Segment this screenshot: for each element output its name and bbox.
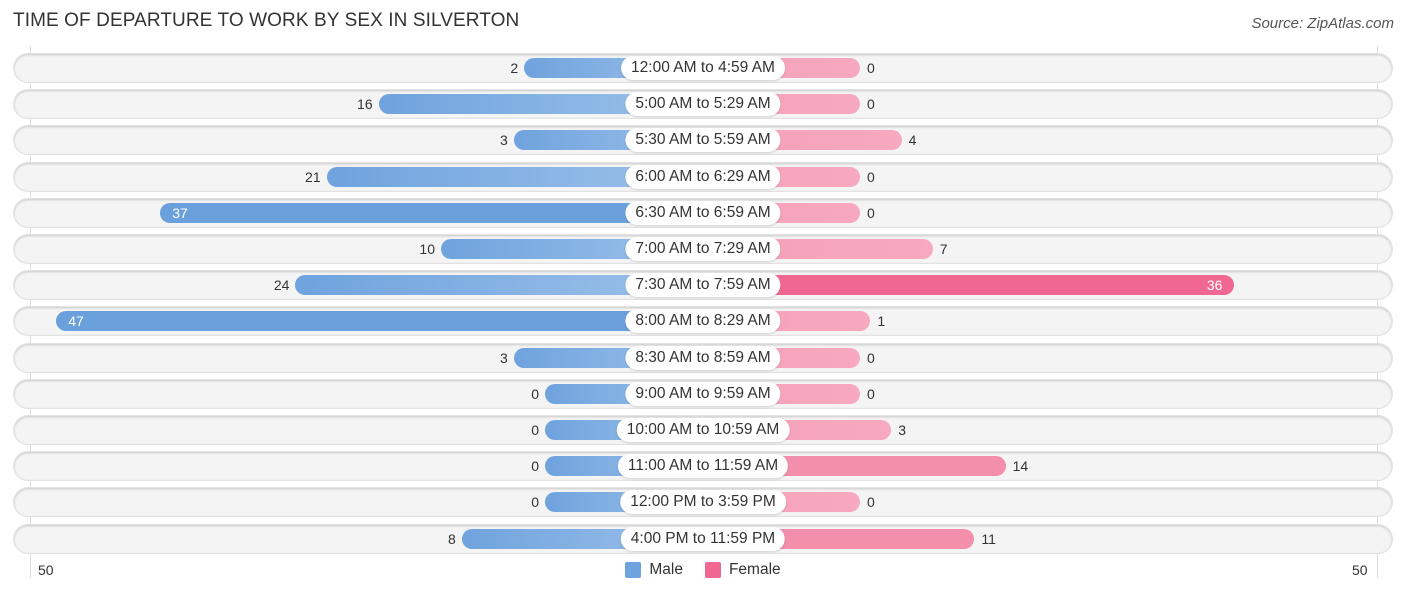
category-label: 4:00 PM to 11:59 PM <box>620 526 786 551</box>
value-label-male: 0 <box>531 422 539 438</box>
value-label-female: 0 <box>867 204 875 221</box>
value-label-male: 47 <box>68 313 84 330</box>
value-label-female: 0 <box>867 385 875 402</box>
bar-male[interactable] <box>160 202 703 223</box>
value-label-female: 7 <box>939 241 948 257</box>
category-label: 6:30 AM to 6:59 AM <box>625 200 781 225</box>
value-label-male: 0 <box>531 458 539 475</box>
category-label: 7:00 AM to 7:29 AM <box>625 237 781 261</box>
value-label-male: 0 <box>531 494 539 511</box>
value-label-female: 0 <box>867 96 875 113</box>
value-label-female: 0 <box>867 349 875 366</box>
value-label-male: 37 <box>172 204 188 221</box>
legend-swatch-female <box>704 562 721 578</box>
value-label-male: 10 <box>419 241 435 257</box>
category-label: 5:00 AM to 5:29 AM <box>625 92 781 117</box>
legend-swatch-male <box>625 562 642 578</box>
legend-label-male: Male <box>649 561 683 578</box>
category-label: 11:00 AM to 11:59 AM <box>617 454 789 479</box>
category-label: 7:30 AM to 7:59 AM <box>625 273 781 298</box>
legend-item-male[interactable]: Male <box>625 561 683 579</box>
category-label: 8:00 AM to 8:29 AM <box>625 309 781 334</box>
value-label-female: 14 <box>1012 458 1029 475</box>
value-label-male: 8 <box>448 530 456 547</box>
value-label-female: 1 <box>877 313 886 330</box>
category-label: 8:30 AM to 8:59 AM <box>625 345 781 370</box>
value-label-male: 16 <box>357 96 373 113</box>
value-label-female: 0 <box>867 60 875 76</box>
chart-title: TIME OF DEPARTURE TO WORK BY SEX IN SILV… <box>13 10 520 31</box>
value-label-male: 24 <box>273 277 290 294</box>
category-label: 6:00 AM to 6:29 AM <box>625 164 781 189</box>
value-label-female: 0 <box>867 168 875 185</box>
value-label-female: 3 <box>898 422 906 438</box>
bar-female[interactable] <box>703 275 1235 296</box>
value-label-female: 0 <box>867 494 875 511</box>
category-label: 12:00 PM to 3:59 PM <box>620 490 786 515</box>
category-label: 10:00 AM to 10:59 AM <box>616 418 790 442</box>
value-label-female: 11 <box>981 530 996 547</box>
source-label: Source: ZipAtlas.com <box>1251 15 1394 32</box>
value-label-male: 0 <box>531 385 539 402</box>
value-label-female: 4 <box>908 132 917 149</box>
legend: Male Female <box>0 561 1406 579</box>
value-label-male: 21 <box>305 168 321 185</box>
legend-item-female[interactable]: Female <box>704 561 781 579</box>
value-label-female: 36 <box>1206 277 1223 294</box>
legend-label-female: Female <box>728 561 781 578</box>
value-label-male: 3 <box>500 132 508 149</box>
category-label: 5:30 AM to 5:59 AM <box>625 128 781 153</box>
value-label-male: 2 <box>510 60 519 76</box>
bar-male[interactable] <box>56 311 703 332</box>
value-label-male: 3 <box>500 349 508 366</box>
category-label: 12:00 AM to 4:59 AM <box>621 56 785 80</box>
category-label: 9:00 AM to 9:59 AM <box>625 381 781 406</box>
